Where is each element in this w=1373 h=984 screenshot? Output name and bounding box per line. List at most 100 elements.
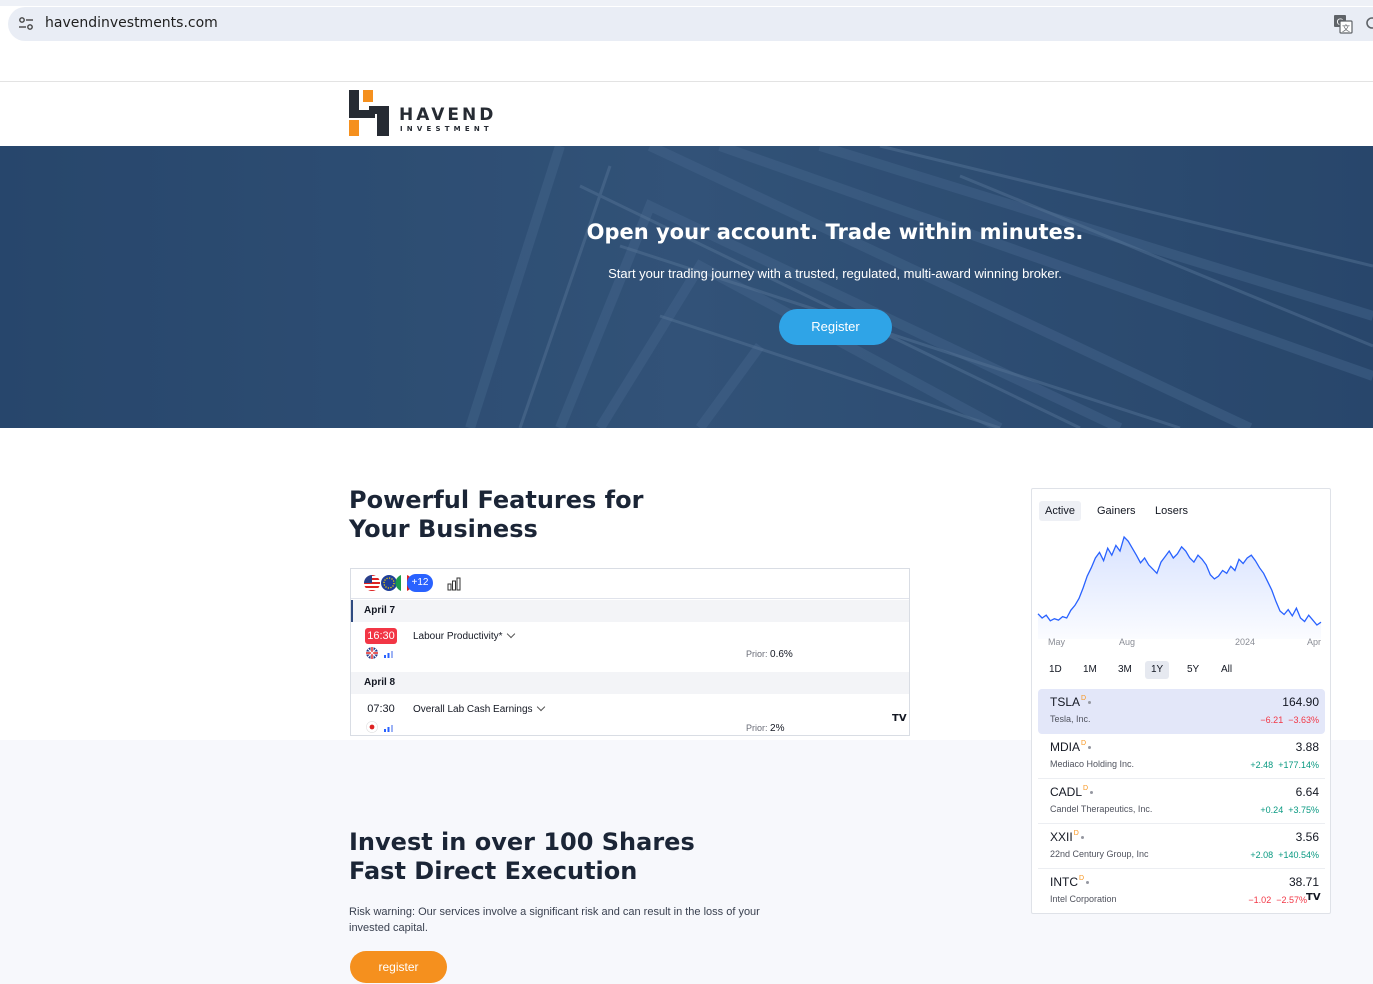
havend-logo-mark-icon — [349, 90, 389, 136]
hero-title: Open your account. Trade within minutes. — [586, 220, 1084, 244]
tradingview-logo[interactable]: TV — [892, 713, 907, 724]
chart-x-label: Apr — [1307, 637, 1322, 647]
features-heading-line2: Your Business — [349, 515, 538, 543]
logo-wordmark: HAVEND — [399, 105, 497, 125]
event-title[interactable]: Labour Productivity* — [413, 629, 515, 642]
stock-symbol: INTCD — [1050, 875, 1090, 889]
stock-change: +0.24 +3.75% — [1260, 805, 1319, 815]
stock-area-chart[interactable] — [1032, 529, 1331, 649]
delayed-data-mark: D — [1073, 830, 1079, 837]
stock-symbol-text: TSLA — [1050, 695, 1081, 709]
stock-symbol: CADLD — [1050, 785, 1094, 799]
market-status-dot-icon — [1080, 836, 1084, 839]
features-heading: Powerful Features for Your Business — [349, 486, 643, 544]
zoom-icon[interactable] — [1363, 14, 1373, 34]
stock-price: 38.71 — [1288, 875, 1319, 889]
stock-change: +2.08 +140.54% — [1250, 850, 1319, 860]
url-field[interactable]: havendinvestments.com — [8, 7, 1373, 41]
market-overview-widget: Active Gainers Losers May Aug 2024 Apr 1… — [1031, 488, 1331, 914]
stock-symbol-text: CADL — [1050, 785, 1083, 799]
stock-change-abs: +0.24 — [1260, 805, 1284, 815]
url-text[interactable]: havendinvestments.com — [45, 15, 218, 31]
browser-address-bar: havendinvestments.com G 文 — [0, 0, 1373, 48]
range-1m-button[interactable]: 1M — [1077, 661, 1103, 679]
stock-company-name: Intel Corporation — [1050, 894, 1117, 904]
event-title-text: Overall Lab Cash Earnings — [413, 704, 533, 715]
prior-label: Prior: — [746, 723, 768, 733]
tab-losers[interactable]: Losers — [1149, 501, 1194, 521]
range-all-button[interactable]: All — [1215, 661, 1238, 679]
importance-bars-icon — [384, 725, 393, 732]
stock-change-pct: +177.14% — [1278, 760, 1319, 770]
range-1d-button[interactable]: 1D — [1043, 661, 1068, 679]
stock-price: 3.56 — [1295, 830, 1319, 844]
delayed-data-mark: D — [1083, 785, 1089, 792]
stock-price: 164.90 — [1282, 695, 1319, 709]
stock-row[interactable]: CADLD Candel Therapeutics, Inc. 6.64 +0.… — [1038, 779, 1325, 824]
site-settings-icon[interactable] — [18, 16, 34, 32]
stock-change-pct: −2.57% — [1276, 895, 1307, 905]
calendar-day-header: April 7 — [351, 600, 909, 622]
stock-change-abs: +2.48 — [1250, 760, 1274, 770]
stock-row[interactable]: TSLAD Tesla, Inc. 164.90 −6.21 −3.63% — [1038, 689, 1325, 734]
risk-warning-text: Risk warning: Our services involve a sig… — [349, 906, 760, 934]
stock-symbol-text: INTC — [1050, 875, 1078, 889]
stock-price: 3.88 — [1295, 740, 1319, 754]
range-1y-button[interactable]: 1Y — [1145, 661, 1170, 679]
us-flag-icon[interactable] — [363, 574, 381, 592]
chart-x-label: May — [1048, 637, 1066, 647]
stock-change-pct: +140.54% — [1278, 850, 1319, 860]
hero-subtitle: Start your trading journey with a truste… — [608, 266, 1062, 281]
stock-price: 6.64 — [1295, 785, 1319, 799]
event-title-text: Labour Productivity* — [413, 631, 503, 642]
chevron-down-icon — [536, 702, 545, 712]
stock-row[interactable]: INTCD Intel Corporation 38.71 −1.02 −2.5… — [1038, 869, 1325, 913]
calendar-filter-bar: +12 — [351, 569, 909, 599]
invest-heading: Invest in over 100 Shares Fast Direct Ex… — [349, 828, 695, 886]
event-prior-value: Prior: 0.6% — [746, 649, 793, 660]
importance-bars-icon — [384, 651, 393, 658]
hero-register-button[interactable]: Register — [779, 309, 892, 345]
market-status-dot-icon — [1088, 701, 1092, 704]
range-3m-button[interactable]: 3M — [1112, 661, 1138, 679]
event-time-badge: 07:30 — [367, 703, 395, 715]
invest-heading-line2: Fast Direct Execution — [349, 857, 638, 885]
stock-company-name: Candel Therapeutics, Inc. — [1050, 804, 1153, 814]
stock-company-name: Mediaco Holding Inc. — [1050, 759, 1135, 769]
prior-number: 0.6% — [770, 649, 793, 660]
prior-label: Prior: — [746, 649, 768, 659]
event-prior-value: Prior: 2% — [746, 723, 784, 734]
market-status-dot-icon — [1090, 791, 1094, 794]
delayed-data-mark: D — [1081, 740, 1087, 747]
tradingview-logo[interactable]: TV — [1306, 892, 1321, 903]
stock-symbol: XXIID — [1050, 830, 1084, 844]
svg-text:文: 文 — [1342, 23, 1350, 33]
stock-company-name: Tesla, Inc. — [1050, 714, 1091, 724]
logo-subtitle: INVESTMENT — [400, 125, 493, 133]
chart-area-fill — [1038, 537, 1321, 639]
stock-change: +2.48 +177.14% — [1250, 760, 1319, 770]
range-5y-button[interactable]: 5Y — [1181, 661, 1205, 679]
market-status-dot-icon — [1088, 746, 1092, 749]
havend-logo[interactable]: HAVEND INVESTMENT — [349, 90, 509, 138]
chart-x-label: 2024 — [1235, 637, 1256, 647]
features-heading-line1: Powerful Features for — [349, 486, 644, 514]
tab-active[interactable]: Active — [1039, 501, 1081, 521]
importance-filter-icon[interactable] — [447, 577, 461, 591]
chart-x-label: Aug — [1119, 637, 1136, 647]
stock-change-abs: −6.21 — [1260, 715, 1284, 725]
event-title[interactable]: Overall Lab Cash Earnings — [413, 702, 545, 715]
translate-icon[interactable]: G 文 — [1333, 14, 1353, 34]
stock-change: −1.02 −2.57% — [1248, 895, 1307, 905]
economic-calendar-widget: +12 April 7 16:30 Labour Productivity* P… — [350, 568, 910, 736]
more-countries-badge[interactable]: +12 — [407, 574, 433, 592]
stock-row[interactable]: MDIAD Mediaco Holding Inc. 3.88 +2.48 +1… — [1038, 734, 1325, 779]
invest-heading-line1: Invest in over 100 Shares — [349, 828, 695, 856]
browser-tab-strip — [0, 0, 1373, 6]
stock-row[interactable]: XXIID 22nd Century Group, Inc 3.56 +2.08… — [1038, 824, 1325, 869]
invest-register-button[interactable]: register — [350, 951, 447, 983]
event-time-badge: 16:30 — [365, 628, 397, 644]
building-background-image — [0, 146, 1373, 428]
stock-change: −6.21 −3.63% — [1260, 715, 1319, 725]
tab-gainers[interactable]: Gainers — [1091, 501, 1142, 521]
